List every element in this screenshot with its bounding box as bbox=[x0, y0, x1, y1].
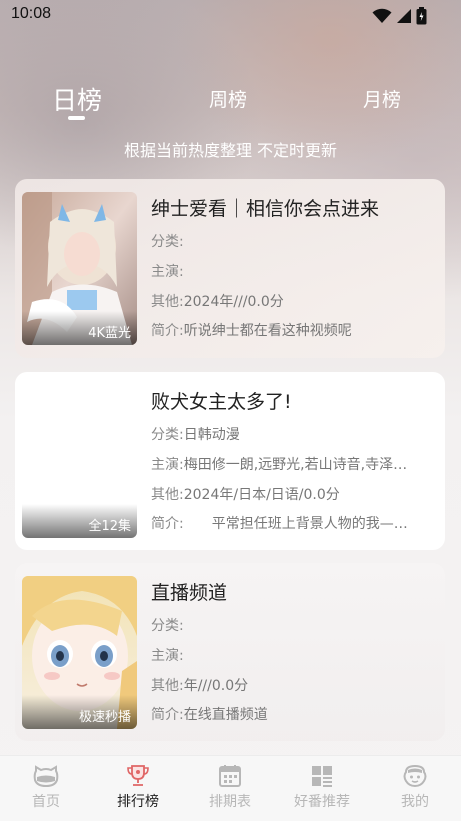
nav-home[interactable]: 首页 bbox=[6, 764, 86, 811]
cast-row: 主演: bbox=[151, 645, 435, 665]
intro-row: 简介:在线直播频道 bbox=[151, 704, 435, 724]
other-label: 其他: bbox=[151, 487, 184, 503]
other-value: 年///0.0分 bbox=[183, 678, 249, 694]
cast-row: 主演: bbox=[151, 261, 435, 281]
intro-value: 在线直播频道 bbox=[183, 707, 268, 723]
poster-image: 4K蓝光 bbox=[22, 192, 137, 345]
home-icon bbox=[33, 765, 59, 788]
category-row: 分类:日韩动漫 bbox=[151, 424, 435, 444]
card-title: 败犬女主太多了! bbox=[151, 391, 292, 413]
nav-mine-label: 我的 bbox=[401, 794, 429, 810]
ranking-card[interactable]: 全12集 败犬女主太多了! 分类:日韩动漫 主演:梅田修一朗,远野光,若山诗音,… bbox=[15, 372, 445, 550]
trophy-icon bbox=[127, 765, 149, 786]
other-label: 其他: bbox=[151, 678, 184, 694]
episode-badge: 全12集 bbox=[88, 519, 131, 534]
status-time: 10:08 bbox=[11, 5, 52, 22]
cast-label: 主演: bbox=[151, 457, 184, 473]
cast-row: 主演:梅田修一朗,远野光,若山诗音,寺泽… bbox=[151, 454, 435, 474]
quality-badge: 4K蓝光 bbox=[88, 326, 131, 341]
profile-icon bbox=[403, 764, 427, 788]
nav-recommend[interactable]: 好番推荐 bbox=[282, 764, 362, 811]
nav-schedule-label: 排期表 bbox=[209, 794, 251, 810]
ranking-tabs: 日榜 周榜 月榜 bbox=[0, 76, 461, 126]
nav-ranking-label: 排行榜 bbox=[117, 794, 159, 810]
intro-value: 平常担任班上背景人物的我—… bbox=[183, 516, 408, 532]
poster-image: 全12集 bbox=[22, 385, 137, 538]
cast-value: 梅田修一朗,远野光,若山诗音,寺泽… bbox=[183, 457, 408, 473]
speed-badge: 极速秒播 bbox=[78, 710, 131, 725]
nav-recommend-label: 好番推荐 bbox=[294, 794, 350, 810]
category-value: 日韩动漫 bbox=[183, 427, 240, 443]
bottom-nav: 首页 排行榜 排期表 好番推荐 我的 bbox=[0, 755, 461, 821]
other-row: 其他:年///0.0分 bbox=[151, 675, 435, 695]
intro-row: 简介: 平常担任班上背景人物的我—… bbox=[151, 513, 435, 533]
cast-label: 主演: bbox=[151, 264, 184, 280]
category-label: 分类: bbox=[151, 618, 184, 634]
tab-week[interactable]: 周榜 bbox=[209, 85, 247, 112]
nav-schedule[interactable]: 排期表 bbox=[190, 764, 270, 811]
ranking-card[interactable]: 极速秒播 直播频道 分类: 主演: 其他:年///0.0分 简介:在线直播频道 bbox=[15, 563, 445, 741]
grid-icon bbox=[312, 766, 332, 787]
page-subtitle: 根据当前热度整理 不定时更新 bbox=[123, 141, 338, 160]
signal-icon bbox=[397, 9, 411, 23]
ranking-card[interactable]: 4K蓝光 绅士爱看｜相信你会点进来 分类: 主演: 其他:2024年///0.0… bbox=[15, 179, 445, 358]
intro-label: 简介: bbox=[151, 323, 184, 339]
status-bar: 10:08 bbox=[0, 0, 461, 32]
nav-home-label: 首页 bbox=[32, 794, 60, 810]
nav-ranking[interactable]: 排行榜 bbox=[98, 764, 178, 811]
tab-month[interactable]: 月榜 bbox=[363, 85, 401, 112]
category-label: 分类: bbox=[151, 234, 184, 250]
battery-icon bbox=[416, 7, 427, 25]
poster-image: 极速秒播 bbox=[22, 576, 137, 729]
wifi-icon bbox=[372, 8, 392, 23]
other-row: 其他:2024年///0.0分 bbox=[151, 291, 435, 311]
intro-label: 简介: bbox=[151, 707, 184, 723]
card-title: 直播频道 bbox=[151, 582, 228, 604]
other-label: 其他: bbox=[151, 294, 184, 310]
calendar-icon bbox=[219, 765, 241, 787]
intro-row: 简介:听说绅士都在看这种视频呢 bbox=[151, 320, 435, 340]
other-value: 2024年///0.0分 bbox=[183, 294, 284, 310]
other-value: 2024年/日本/日语/0.0分 bbox=[183, 487, 340, 503]
intro-label: 简介: bbox=[151, 516, 184, 532]
other-row: 其他:2024年/日本/日语/0.0分 bbox=[151, 484, 435, 504]
category-row: 分类: bbox=[151, 615, 435, 635]
category-row: 分类: bbox=[151, 231, 435, 251]
cast-label: 主演: bbox=[151, 648, 184, 664]
intro-value: 听说绅士都在看这种视频呢 bbox=[183, 323, 352, 339]
tab-day[interactable]: 日榜 bbox=[52, 81, 102, 117]
tab-indicator bbox=[68, 116, 85, 120]
category-label: 分类: bbox=[151, 427, 184, 443]
nav-mine[interactable]: 我的 bbox=[375, 764, 455, 811]
card-title: 绅士爱看｜相信你会点进来 bbox=[151, 198, 380, 220]
